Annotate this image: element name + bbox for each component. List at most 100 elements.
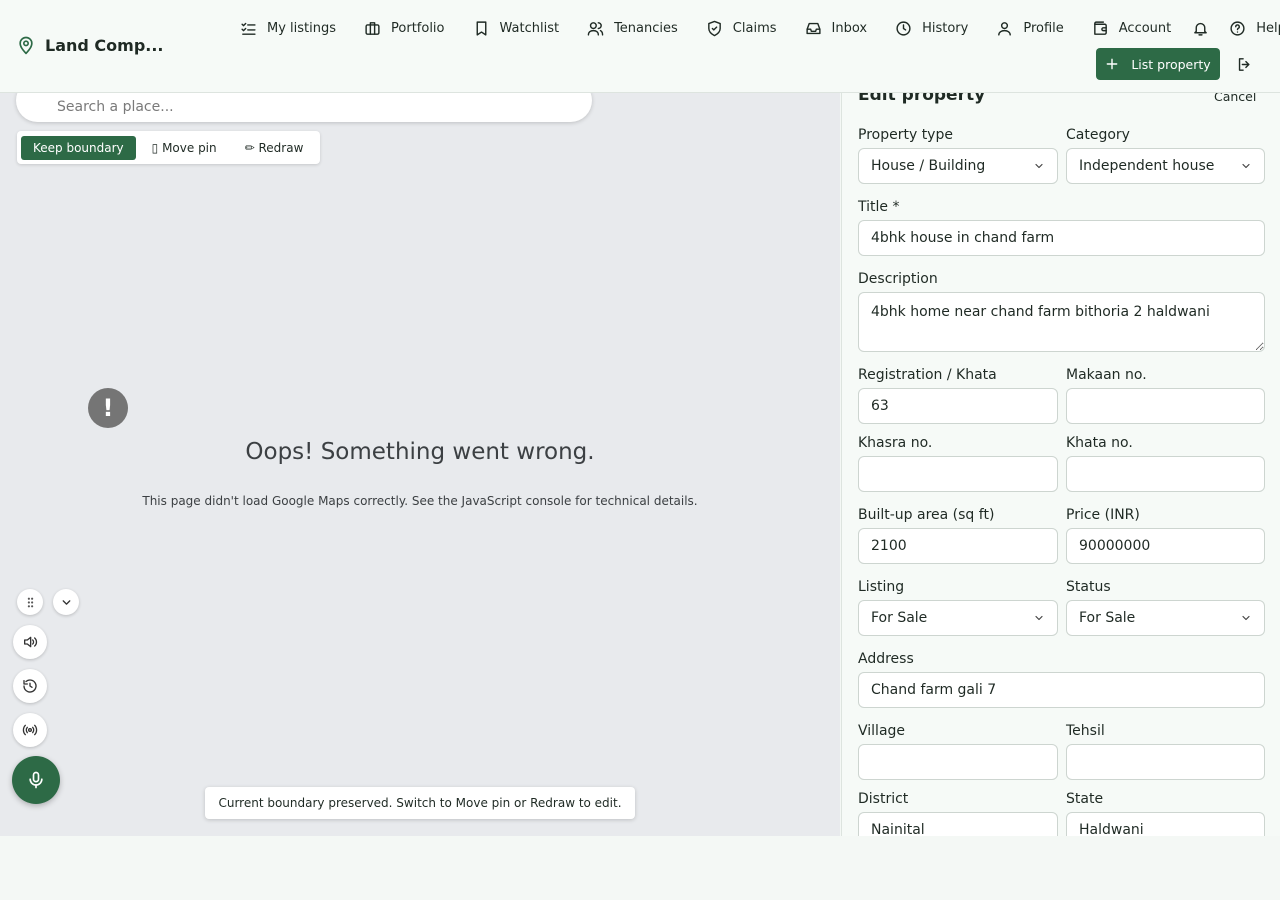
bookmark-icon bbox=[476, 20, 486, 36]
nav-label: Profile bbox=[1023, 20, 1064, 36]
price-input[interactable] bbox=[1066, 528, 1265, 564]
built-up-input[interactable] bbox=[858, 528, 1058, 564]
chevron-down-icon bbox=[1035, 163, 1043, 169]
logout-button[interactable] bbox=[1232, 54, 1256, 74]
keep-boundary-button[interactable]: Keep boundary bbox=[21, 135, 136, 160]
nav-label: Portfolio bbox=[391, 20, 445, 36]
user-icon bbox=[998, 21, 1012, 36]
description-textarea[interactable]: 4bhk home near chand farm bithoria 2 hal… bbox=[858, 292, 1265, 352]
broadcast-button[interactable] bbox=[13, 713, 47, 747]
district-input[interactable] bbox=[858, 812, 1058, 836]
state-input[interactable] bbox=[1066, 812, 1265, 836]
address-input[interactable] bbox=[858, 672, 1265, 708]
brand[interactable]: Land Comp... bbox=[16, 35, 164, 55]
nav-label: Help bbox=[1256, 20, 1280, 36]
map-area[interactable]: Keep boundary ▯ Move pin ✏ Redraw ! Oops… bbox=[0, 93, 840, 836]
chevron-down-icon bbox=[62, 599, 70, 605]
boundary-status-toast: Current boundary preserved. Switch to Mo… bbox=[205, 787, 635, 819]
tehsil-input[interactable] bbox=[1066, 744, 1265, 780]
category-select[interactable]: Independent house bbox=[1066, 148, 1265, 184]
village-label: Village bbox=[858, 723, 906, 739]
village-input[interactable] bbox=[858, 744, 1058, 780]
list-property-button[interactable]: List property bbox=[1096, 48, 1220, 80]
microphone-icon bbox=[29, 771, 43, 789]
nav-inbox[interactable]: Inbox bbox=[791, 16, 882, 40]
property-type-select[interactable]: House / Building bbox=[858, 148, 1058, 184]
nav-history[interactable]: History bbox=[881, 16, 982, 40]
nav-label: History bbox=[922, 20, 969, 36]
nav-help[interactable]: Help bbox=[1215, 16, 1280, 40]
briefcase-icon bbox=[365, 21, 380, 35]
listing-label: Listing bbox=[858, 579, 905, 595]
nav-label: Inbox bbox=[831, 20, 868, 36]
error-icon: ! bbox=[88, 388, 128, 428]
chevron-down-icon bbox=[1242, 163, 1250, 169]
nav-label: Account bbox=[1118, 20, 1172, 36]
makaan-input[interactable] bbox=[1066, 388, 1265, 424]
map-error-title: Oops! Something went wrong. bbox=[245, 439, 595, 465]
address-label: Address bbox=[858, 651, 914, 667]
inbox-icon bbox=[805, 22, 821, 34]
khata-label: Khata no. bbox=[1066, 435, 1133, 451]
status-value: For Sale bbox=[1079, 610, 1136, 626]
tehsil-label: Tehsil bbox=[1066, 723, 1105, 739]
history-icon bbox=[23, 679, 37, 693]
state-label: State bbox=[1066, 791, 1104, 807]
collapse-button[interactable] bbox=[53, 589, 79, 615]
edit-property-panel: Edit property Cancel Property type House… bbox=[841, 93, 1280, 836]
makaan-label: Makaan no. bbox=[1066, 367, 1147, 383]
edit-mode-toolbar: Keep boundary ▯ Move pin ✏ Redraw bbox=[17, 131, 320, 164]
nav-tenancies[interactable]: Tenancies bbox=[573, 16, 692, 40]
users-icon bbox=[587, 21, 604, 36]
nav-profile[interactable]: Profile bbox=[982, 16, 1077, 40]
price-label: Price (INR) bbox=[1066, 507, 1140, 523]
chevron-down-icon bbox=[1035, 615, 1043, 621]
redraw-button[interactable]: ✏ Redraw bbox=[233, 136, 316, 160]
list-property-label: List property bbox=[1131, 56, 1211, 72]
khasra-label: Khasra no. bbox=[858, 435, 933, 451]
nav-claims[interactable]: Claims bbox=[692, 16, 791, 40]
voice-input-button[interactable] bbox=[12, 756, 60, 804]
history-button[interactable] bbox=[13, 669, 47, 703]
bell-icon bbox=[1193, 22, 1207, 36]
title-input[interactable] bbox=[858, 220, 1265, 256]
chevron-down-icon bbox=[1242, 615, 1250, 621]
status-label: Status bbox=[1066, 579, 1111, 595]
nav-label: My listings bbox=[267, 20, 337, 36]
move-pin-button[interactable]: ▯ Move pin bbox=[140, 136, 229, 160]
checklist-icon bbox=[241, 22, 256, 35]
status-select[interactable]: For Sale bbox=[1066, 600, 1265, 636]
clock-icon bbox=[896, 20, 911, 36]
panel-title: Edit property bbox=[858, 93, 986, 105]
map-error-message: This page didn't load Google Maps correc… bbox=[142, 494, 698, 508]
nav-watchlist[interactable]: Watchlist bbox=[459, 16, 574, 40]
khata-input[interactable] bbox=[1066, 456, 1265, 492]
registration-input[interactable] bbox=[858, 388, 1058, 424]
nav-account[interactable]: Account bbox=[1078, 16, 1186, 40]
radio-waves-icon bbox=[22, 724, 38, 736]
grip-icon bbox=[27, 597, 33, 607]
listing-select[interactable]: For Sale bbox=[858, 600, 1058, 636]
place-search-input[interactable] bbox=[16, 93, 592, 122]
wallet-icon bbox=[1093, 20, 1107, 35]
nav-portfolio[interactable]: Portfolio bbox=[350, 16, 458, 40]
notifications-button[interactable] bbox=[1185, 16, 1215, 40]
khasra-input[interactable] bbox=[858, 456, 1058, 492]
nav-label: Claims bbox=[732, 20, 777, 36]
drag-handle[interactable] bbox=[17, 589, 43, 615]
voice-output-button[interactable] bbox=[13, 625, 47, 659]
category-label: Category bbox=[1066, 127, 1130, 143]
nav-label: Watchlist bbox=[499, 20, 560, 36]
cancel-button[interactable]: Cancel bbox=[1214, 93, 1256, 104]
property-type-value: House / Building bbox=[871, 158, 986, 174]
description-label: Description bbox=[858, 271, 938, 287]
nav-my-listings[interactable]: My listings bbox=[226, 16, 350, 40]
page-footer-area bbox=[0, 836, 1280, 900]
help-circle-icon bbox=[1230, 20, 1245, 36]
registration-label: Registration / Khata bbox=[858, 367, 997, 383]
listing-value: For Sale bbox=[871, 610, 928, 626]
shield-check-icon bbox=[707, 20, 721, 36]
main-nav: My listings Portfolio Watchlist Tenancie… bbox=[226, 16, 1280, 40]
speaker-icon bbox=[24, 636, 38, 648]
district-label: District bbox=[858, 791, 909, 807]
